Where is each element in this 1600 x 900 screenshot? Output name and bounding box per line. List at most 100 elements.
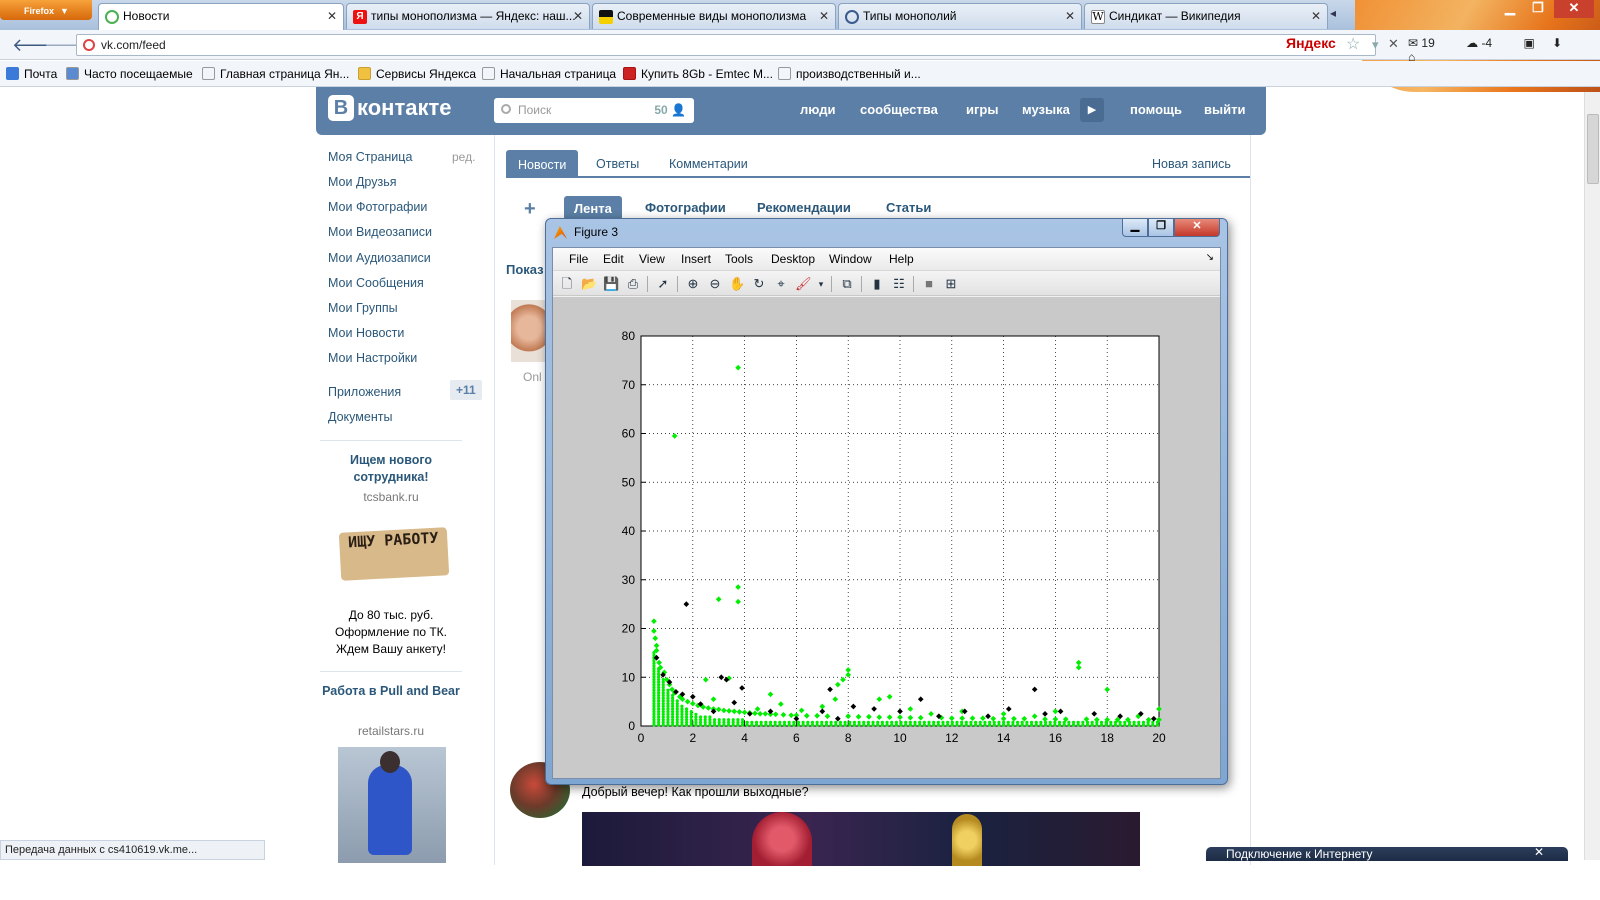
- menu-desktop[interactable]: Desktop: [771, 252, 815, 266]
- legend-icon[interactable]: ☷: [891, 276, 907, 292]
- tab-wikipedia[interactable]: W Синдикат — Википедия ✕: [1084, 3, 1328, 29]
- menu-window[interactable]: Window: [829, 252, 872, 266]
- edit-link[interactable]: ред.: [452, 150, 475, 164]
- tab-news[interactable]: Новости: [506, 150, 579, 178]
- pointer-icon[interactable]: ➚: [655, 276, 671, 292]
- ad-image-job-sign[interactable]: ИЩУ РАБОТУ: [338, 527, 450, 581]
- sidebar-item-news[interactable]: Мои Новости: [328, 326, 404, 340]
- data-cursor-icon[interactable]: ⌖: [773, 276, 789, 292]
- brush-dropdown-icon[interactable]: ▾: [813, 276, 829, 292]
- sidebar-item-documents[interactable]: Документы: [328, 410, 392, 424]
- notification-window[interactable]: Подключение к Интернету ✕: [1206, 845, 1568, 861]
- sidebar-item-audio[interactable]: Мои Аудиозаписи: [328, 251, 431, 265]
- sidebar-item-groups[interactable]: Мои Группы: [328, 301, 398, 315]
- close-icon[interactable]: ✕: [1065, 9, 1075, 23]
- tab-articles[interactable]: Статьи: [886, 200, 931, 215]
- ad-domain[interactable]: retailstars.ru: [320, 724, 462, 738]
- bookmark-most-visited[interactable]: Часто посещаемые: [66, 67, 193, 81]
- sidebar-item-apps[interactable]: Приложения: [328, 385, 401, 399]
- scrollbar-thumb[interactable]: [1587, 114, 1599, 184]
- sidebar-item-videos[interactable]: Мои Видеозаписи: [328, 225, 432, 239]
- close-window-button[interactable]: ✕: [1554, 0, 1594, 18]
- brush-icon[interactable]: 🖌: [795, 276, 812, 292]
- star-icon[interactable]: ☆: [1346, 34, 1360, 54]
- dropdown-arrow-icon[interactable]: ▾: [1372, 37, 1379, 53]
- tab-feed[interactable]: Лента: [564, 196, 622, 220]
- save-icon[interactable]: 💾: [603, 276, 619, 292]
- show-plot-tools-icon[interactable]: ⊞: [943, 276, 959, 292]
- tab-recommendations[interactable]: Рекомендации: [757, 200, 851, 215]
- firefox-menu-button[interactable]: Firefox ▼: [0, 0, 92, 20]
- tab-answers[interactable]: Ответы: [596, 157, 639, 171]
- nav-communities[interactable]: сообщества: [860, 102, 938, 117]
- stop-icon[interactable]: ✕: [1388, 36, 1399, 52]
- nav-help[interactable]: помощь: [1130, 102, 1182, 117]
- vk-logo[interactable]: Вконтакте: [328, 95, 451, 121]
- menu-insert[interactable]: Insert: [681, 252, 711, 266]
- close-icon[interactable]: ✕: [327, 9, 337, 23]
- search-input[interactable]: Поиск 50 👤: [494, 98, 694, 123]
- rotate-3d-icon[interactable]: ↻: [751, 276, 767, 292]
- sidebar-item-settings[interactable]: Мои Настройки: [328, 351, 417, 365]
- ad-title[interactable]: Ищем нового сотрудника!: [320, 452, 462, 486]
- colorbar-icon[interactable]: ▮: [869, 276, 885, 292]
- nav-music[interactable]: музыка: [1022, 102, 1070, 117]
- menu-edit[interactable]: Edit: [603, 252, 624, 266]
- tab-monopolism-types[interactable]: Современные виды монополизма ✕: [592, 3, 836, 29]
- close-icon[interactable]: ✕: [819, 9, 829, 23]
- avatar[interactable]: [511, 300, 547, 362]
- menu-help[interactable]: Help: [889, 252, 914, 266]
- sidebar-item-my-page[interactable]: Моя Страница: [328, 150, 412, 164]
- tab-yandex-search[interactable]: Я типы монополизма — Яндекс: наш... ✕: [346, 3, 590, 29]
- new-post-link[interactable]: Новая запись: [1152, 157, 1231, 171]
- download-icon[interactable]: ⬇: [1552, 36, 1562, 50]
- extension-icon[interactable]: ▣: [1523, 36, 1534, 50]
- dock-arrow-icon[interactable]: ↘: [1206, 252, 1214, 263]
- bookmark-mail[interactable]: Почта: [6, 67, 57, 81]
- url-bar[interactable]: vk.com/feed: [76, 34, 1376, 56]
- online-friends-count[interactable]: 50 👤: [654, 103, 686, 117]
- zoom-out-icon[interactable]: ⊖: [707, 276, 723, 292]
- apps-count-badge[interactable]: +11: [450, 380, 482, 400]
- plus-icon[interactable]: +: [524, 198, 536, 221]
- minimize-button[interactable]: ▁: [1122, 219, 1148, 237]
- close-icon[interactable]: ✕: [1311, 9, 1321, 23]
- tab-monopoly-types[interactable]: Типы монополий ✕: [838, 3, 1082, 29]
- menu-file[interactable]: File: [569, 252, 588, 266]
- nav-games[interactable]: игры: [966, 102, 998, 117]
- hide-plot-tools-icon[interactable]: ■: [921, 276, 937, 292]
- zoom-in-icon[interactable]: ⊕: [685, 276, 701, 292]
- open-icon[interactable]: 📂: [581, 276, 597, 292]
- menu-view[interactable]: View: [639, 252, 665, 266]
- tab-comments[interactable]: Комментарии: [669, 157, 748, 171]
- show-label[interactable]: Показ: [506, 262, 544, 277]
- maximize-button[interactable]: ❐: [1148, 219, 1174, 237]
- yandex-search-logo[interactable]: Яндекс: [1286, 35, 1336, 51]
- tab-photos[interactable]: Фотографии: [645, 200, 726, 215]
- bookmark-emtec[interactable]: Купить 8Gb - Emtec M...: [623, 67, 773, 81]
- new-figure-icon[interactable]: 🗋: [559, 276, 575, 292]
- ad-image-person[interactable]: [338, 747, 446, 863]
- weather-icon[interactable]: ☁ -4: [1466, 36, 1506, 50]
- menu-tools[interactable]: Tools: [725, 252, 753, 266]
- ad-title[interactable]: Работа в Pull and Bear: [320, 683, 462, 700]
- bookmark-production[interactable]: производственный и...: [778, 67, 921, 81]
- sidebar-item-photos[interactable]: Мои Фотографии: [328, 200, 427, 214]
- post-image[interactable]: [582, 812, 1140, 866]
- ad-domain[interactable]: tcsbank.ru: [320, 490, 462, 504]
- link-plot-icon[interactable]: ⧉: [839, 276, 855, 292]
- tab-list-arrow-icon[interactable]: ◂: [1330, 6, 1336, 20]
- pan-hand-icon[interactable]: ✋: [729, 276, 745, 292]
- minimize-button[interactable]: ▁: [1496, 0, 1524, 18]
- nav-people[interactable]: люди: [800, 102, 835, 117]
- close-icon[interactable]: ✕: [573, 9, 583, 23]
- tab-news[interactable]: Новости ✕: [98, 3, 344, 30]
- sidebar-item-messages[interactable]: Мои Сообщения: [328, 276, 424, 290]
- sidebar-item-friends[interactable]: Мои Друзья: [328, 175, 397, 189]
- bookmark-start-page[interactable]: Начальная страница: [482, 67, 616, 81]
- play-icon[interactable]: ▶: [1080, 98, 1104, 122]
- figure-window[interactable]: Figure 3 ▁ ❐ ✕ File Edit View Insert Too…: [545, 218, 1228, 785]
- scatter-chart[interactable]: 0 2 4 6 8 10 12 14 16 18 20 0 10 20 30 40 50 60 70 80: [553, 297, 1220, 778]
- maximize-button[interactable]: ❐: [1524, 0, 1552, 18]
- close-window-button[interactable]: ✕: [1174, 219, 1220, 237]
